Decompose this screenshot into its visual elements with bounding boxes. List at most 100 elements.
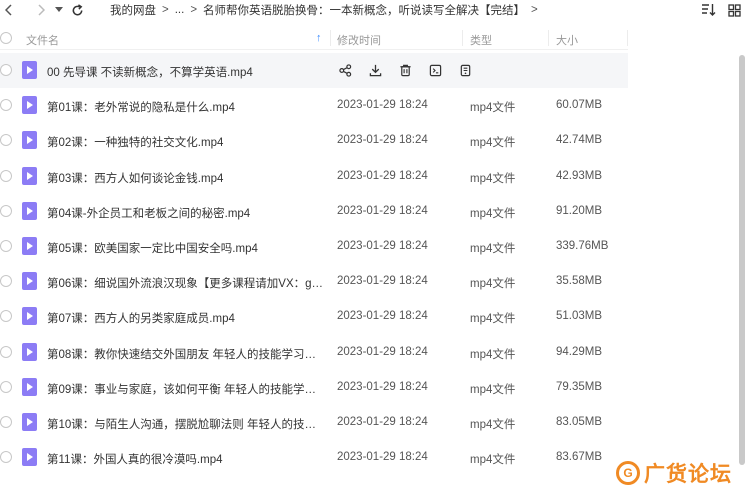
file-name[interactable]: 第07课：西方人的另类家庭成员.mp4 bbox=[47, 310, 327, 326]
watermark-text: 广货论坛 bbox=[644, 462, 732, 486]
row-actions bbox=[337, 62, 473, 78]
back-button[interactable] bbox=[0, 0, 18, 20]
breadcrumb-root[interactable]: 我的网盘 bbox=[110, 2, 156, 18]
row-checkbox[interactable] bbox=[0, 239, 12, 252]
file-size: 83.67MB bbox=[556, 451, 603, 464]
file-name[interactable]: 第06课：细说国外流浪汉现象【更多课程请加VX：gzhd... bbox=[47, 275, 327, 291]
file-modified: 2023-01-29 18:24 bbox=[337, 275, 428, 288]
video-file-icon bbox=[22, 342, 37, 361]
file-name[interactable]: 第02课：一种独特的社交文化.mp4 bbox=[47, 134, 327, 150]
file-size: 51.03MB bbox=[556, 310, 603, 323]
file-row[interactable]: 第02课：一种独特的社交文化.mp4 2023-01-29 18:24 mp4文… bbox=[0, 123, 628, 158]
file-row[interactable]: 第01课：老外常说的隐私是什么.mp4 2023-01-29 18:24 mp4… bbox=[0, 88, 628, 123]
row-checkbox[interactable] bbox=[0, 275, 12, 288]
column-divider[interactable] bbox=[627, 30, 628, 46]
column-name[interactable]: 文件名 bbox=[26, 32, 59, 48]
video-file-icon bbox=[22, 61, 37, 79]
grid-view-button[interactable] bbox=[726, 2, 742, 18]
file-modified: 2023-01-29 18:24 bbox=[337, 310, 428, 323]
breadcrumb-current[interactable]: 名师帮你英语脱胎换骨：一本新概念，听说读写全解决【完结】 bbox=[203, 2, 525, 18]
row-checkbox[interactable] bbox=[0, 451, 12, 464]
file-size: 42.93MB bbox=[556, 169, 603, 182]
file-modified: 2023-01-29 18:24 bbox=[337, 169, 428, 182]
file-row[interactable]: 第08课：教你快速结交外国朋友 年轻人的技能学习神器... 2023-01-29… bbox=[0, 335, 628, 370]
file-name[interactable]: 第10课：与陌生人沟通，摆脱尬聊法则 年轻人的技能学... bbox=[47, 416, 327, 432]
download-icon bbox=[369, 64, 381, 76]
column-size[interactable]: 大小 bbox=[556, 32, 578, 48]
toolbar: 我的网盘 > ... > 名师帮你英语脱胎换骨：一本新概念，听说读写全解决【完结… bbox=[0, 0, 750, 20]
vertical-scrollbar[interactable] bbox=[739, 55, 745, 465]
file-type: mp4文件 bbox=[470, 242, 516, 255]
row-checkbox[interactable] bbox=[0, 204, 12, 217]
watermark: G 广货论坛 bbox=[616, 458, 732, 488]
file-name[interactable]: 第09课：事业与家庭，该如何平衡 年轻人的技能学习神... bbox=[47, 381, 327, 397]
row-checkbox[interactable] bbox=[0, 310, 12, 323]
chevron-right-icon bbox=[38, 4, 45, 16]
file-name[interactable]: 第04课-外企员工和老板之间的秘密.mp4 bbox=[47, 205, 327, 221]
file-row[interactable]: 第05课：欧美国家一定比中国安全吗.mp4 2023-01-29 18:24 m… bbox=[0, 229, 628, 264]
file-row[interactable]: 00 先导课 不读新概念，不算学英语.mp4 bbox=[0, 53, 628, 89]
row-checkbox[interactable] bbox=[0, 134, 12, 147]
file-size: 91.20MB bbox=[556, 204, 603, 217]
file-type: mp4文件 bbox=[470, 383, 516, 396]
row-checkbox[interactable] bbox=[0, 64, 12, 76]
file-row[interactable]: 第06课：细说国外流浪汉现象【更多课程请加VX：gzhd... 2023-01-… bbox=[0, 264, 628, 299]
row-checkbox[interactable] bbox=[0, 415, 12, 428]
more-button[interactable] bbox=[457, 62, 473, 78]
breadcrumb-separator: > bbox=[531, 4, 538, 16]
file-name[interactable]: 00 先导课 不读新概念，不算学英语.mp4 bbox=[47, 64, 327, 80]
delete-button[interactable] bbox=[397, 62, 413, 78]
rename-icon bbox=[429, 64, 441, 76]
row-checkbox[interactable] bbox=[0, 345, 12, 358]
file-modified: 2023-01-29 18:24 bbox=[337, 134, 428, 147]
row-checkbox[interactable] bbox=[0, 99, 12, 112]
file-name[interactable]: 第08课：教你快速结交外国朋友 年轻人的技能学习神器... bbox=[47, 346, 327, 362]
file-row[interactable]: 第11课：外国人真的很冷漠吗.mp4 2023-01-29 18:24 mp4文… bbox=[0, 440, 628, 475]
video-file-icon bbox=[22, 377, 37, 396]
file-row[interactable]: 第07课：西方人的另类家庭成员.mp4 2023-01-29 18:24 mp4… bbox=[0, 299, 628, 334]
file-modified: 2023-01-29 18:24 bbox=[337, 415, 428, 428]
file-row[interactable]: 第09课：事业与家庭，该如何平衡 年轻人的技能学习神... 2023-01-29… bbox=[0, 370, 628, 405]
forward-button[interactable] bbox=[32, 0, 50, 20]
download-button[interactable] bbox=[367, 62, 383, 78]
share-button[interactable] bbox=[337, 62, 353, 78]
column-type[interactable]: 类型 bbox=[470, 32, 492, 48]
share-icon bbox=[338, 63, 351, 77]
column-divider[interactable] bbox=[330, 30, 331, 46]
sort-ascending-icon: ↑ bbox=[316, 32, 322, 44]
more-icon bbox=[460, 64, 470, 76]
video-file-icon bbox=[22, 96, 37, 115]
video-file-icon bbox=[22, 131, 37, 150]
breadcrumb-separator: > bbox=[190, 4, 198, 16]
rename-button[interactable] bbox=[427, 62, 443, 78]
column-divider[interactable] bbox=[548, 30, 549, 46]
refresh-button[interactable] bbox=[68, 0, 86, 20]
video-file-icon bbox=[22, 166, 37, 185]
file-size: 42.74MB bbox=[556, 134, 603, 147]
breadcrumb-ellipsis[interactable]: ... bbox=[175, 4, 185, 16]
grid-view-icon bbox=[727, 3, 741, 17]
chevron-left-icon bbox=[5, 4, 12, 16]
row-checkbox[interactable] bbox=[0, 380, 12, 393]
file-type: mp4文件 bbox=[470, 172, 516, 185]
row-checkbox[interactable] bbox=[0, 169, 12, 182]
video-file-icon bbox=[22, 201, 37, 220]
file-row[interactable]: 第04课-外企员工和老板之间的秘密.mp4 2023-01-29 18:24 m… bbox=[0, 194, 628, 229]
file-row[interactable]: 第03课：西方人如何谈论金钱.mp4 2023-01-29 18:24 mp4文… bbox=[0, 159, 628, 194]
history-dropdown[interactable] bbox=[50, 0, 68, 20]
file-type: mp4文件 bbox=[470, 313, 516, 326]
file-name[interactable]: 第03课：西方人如何谈论金钱.mp4 bbox=[47, 170, 327, 186]
column-modified[interactable]: 修改时间 bbox=[337, 32, 381, 48]
column-divider[interactable] bbox=[462, 30, 463, 46]
file-row[interactable]: 第10课：与陌生人沟通，摆脱尬聊法则 年轻人的技能学... 2023-01-29… bbox=[0, 405, 628, 440]
file-name[interactable]: 第05课：欧美国家一定比中国安全吗.mp4 bbox=[47, 240, 327, 256]
sort-button[interactable] bbox=[700, 2, 716, 18]
file-name[interactable]: 第11课：外国人真的很冷漠吗.mp4 bbox=[47, 451, 327, 467]
refresh-icon bbox=[72, 3, 82, 15]
select-all-checkbox[interactable] bbox=[0, 32, 12, 44]
sort-icon bbox=[701, 4, 715, 16]
file-list-header: 文件名 ↑ 修改时间 类型 大小 bbox=[0, 26, 628, 50]
video-file-icon bbox=[22, 236, 37, 255]
file-name[interactable]: 第01课：老外常说的隐私是什么.mp4 bbox=[47, 99, 327, 115]
file-modified: 2023-01-29 18:24 bbox=[337, 345, 428, 358]
